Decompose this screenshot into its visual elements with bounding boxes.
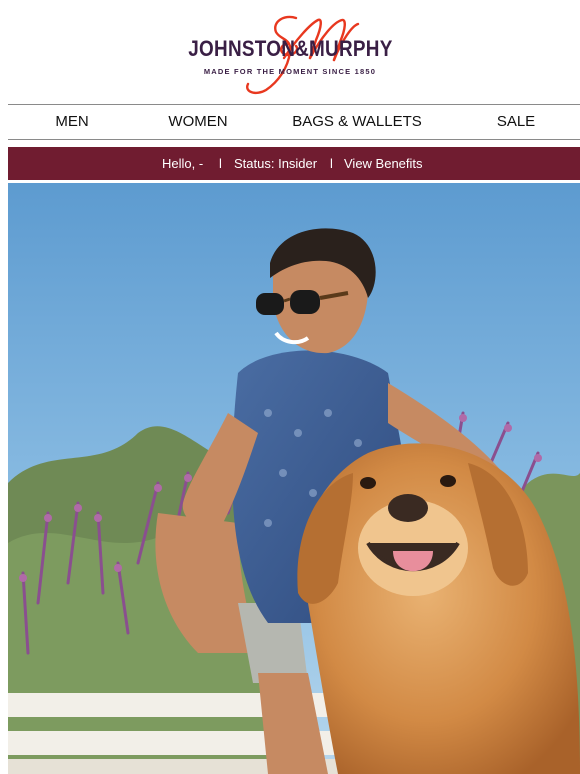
nav-item-women[interactable]: WOMEN [158,105,238,139]
email-page: JOHNSTON&MURPHY MADE FOR THE MOMENT SINC… [0,0,580,774]
member-bar-separator: l [330,156,333,171]
member-greeting: Hello, - [162,156,204,171]
hero-image[interactable] [8,183,580,774]
brand-wordmark: JOHNSTON&MURPHY [188,36,393,61]
brand-logo[interactable]: JOHNSTON&MURPHY MADE FOR THE MOMENT SINC… [0,0,580,104]
member-bar-separator: l [219,156,222,171]
main-nav: MEN WOMEN BAGS & WALLETS SALE [8,104,580,140]
member-status-bar: Hello, - l Status: Insider l View Benefi… [8,147,580,180]
member-status: Status: Insider [234,156,318,171]
brand-tagline: MADE FOR THE MOMENT SINCE 1850 [203,67,377,76]
smiling-man-with-golden-retriever-illustration [8,183,580,774]
nav-item-men[interactable]: MEN [38,105,106,139]
view-benefits-link[interactable]: View Benefits [344,147,423,180]
nav-item-sale[interactable]: SALE [486,105,546,139]
nav-item-bags-wallets[interactable]: BAGS & WALLETS [278,105,436,139]
